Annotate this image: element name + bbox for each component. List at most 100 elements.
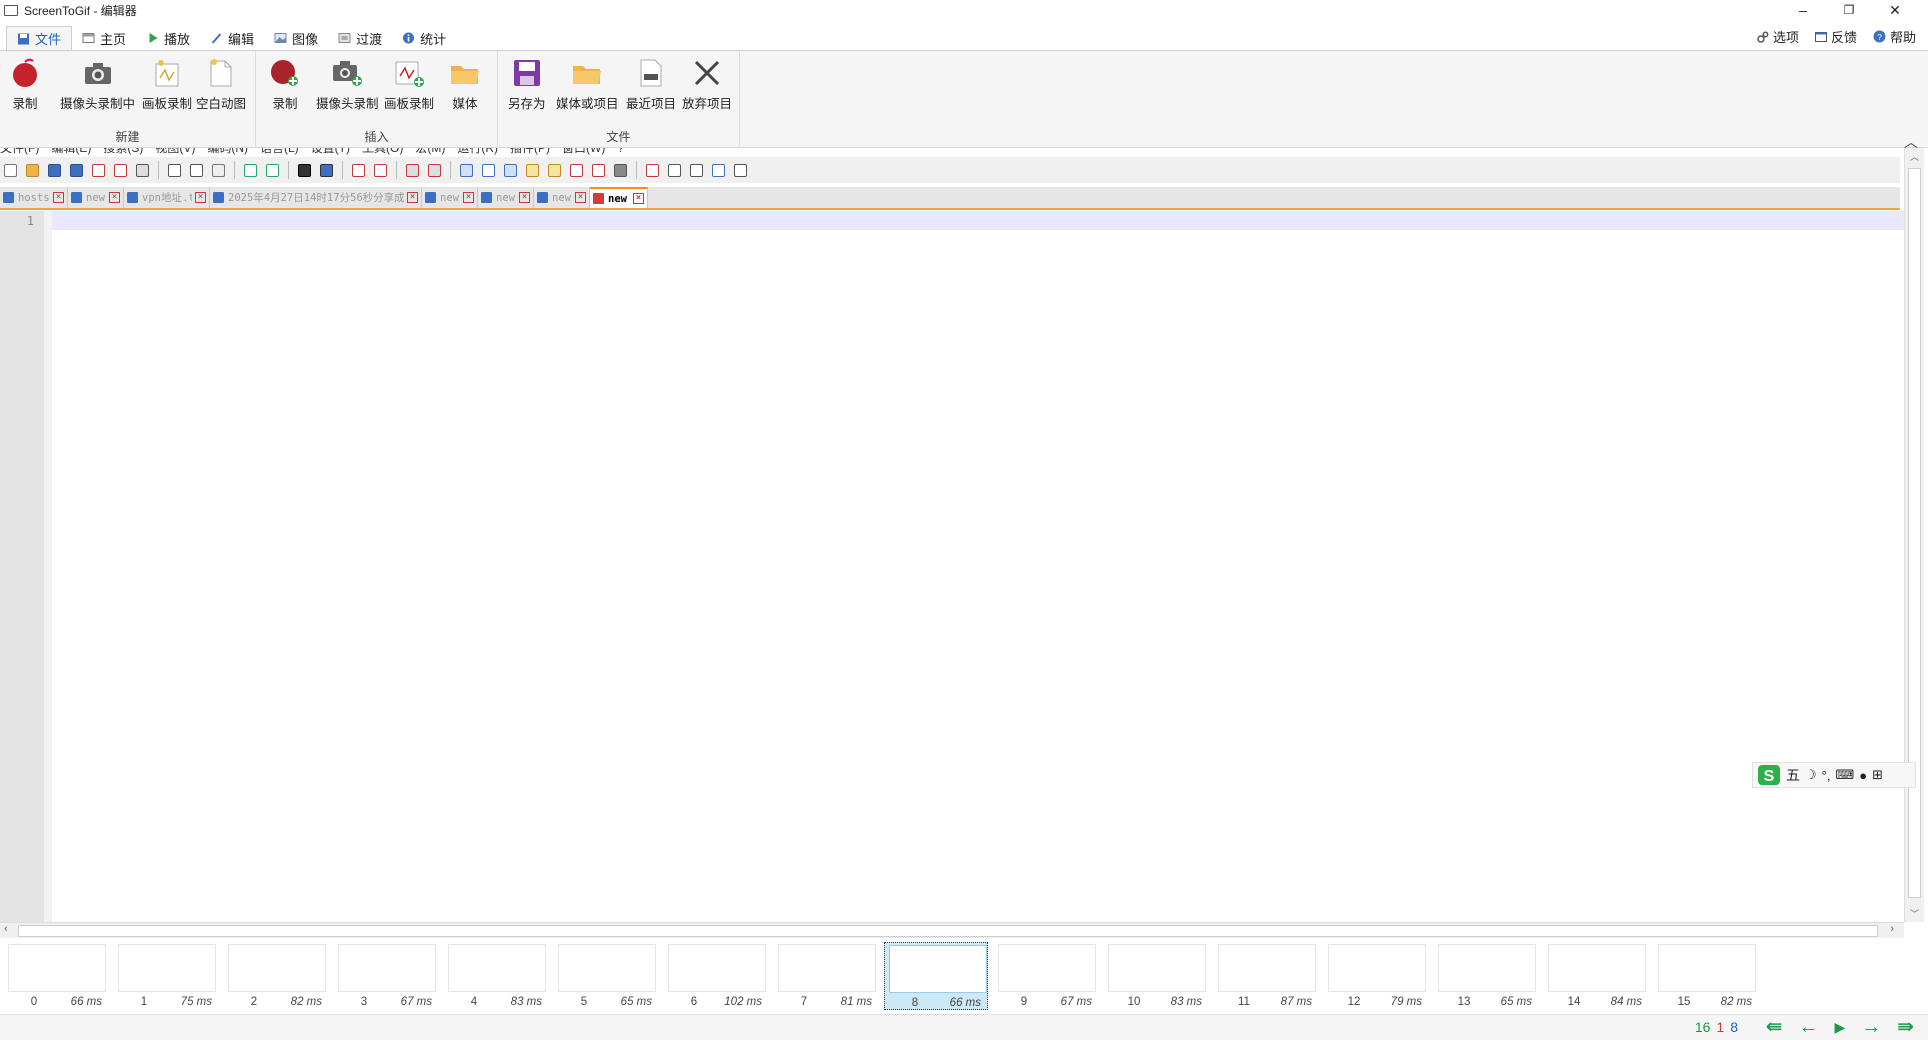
frame-item[interactable]: 14 84 ms xyxy=(1544,942,1648,1010)
frame-counts: 16 1 8 xyxy=(1695,1019,1738,1035)
moon-icon[interactable]: ☽ xyxy=(1805,767,1817,783)
insert-media-button[interactable]: 媒体 xyxy=(450,57,480,113)
ime-mode-label[interactable]: 五 xyxy=(1786,765,1800,785)
frame-item[interactable]: 1 75 ms xyxy=(114,942,218,1010)
tab-transition[interactable]: 过渡 xyxy=(328,26,392,50)
document-tab-label: new 4 xyxy=(608,192,630,205)
toolbar-separator xyxy=(450,161,451,179)
scroll-right-icon[interactable]: › xyxy=(1890,923,1894,935)
document-tab[interactable]: vpn地址.txt× xyxy=(124,187,210,208)
document-tab[interactable]: new 4× xyxy=(590,187,648,208)
frame-item[interactable]: 15 82 ms xyxy=(1654,942,1758,1010)
vertical-scrollbar[interactable]: ︿ ﹀ xyxy=(1904,148,1924,922)
frame-item[interactable]: 8 66 ms xyxy=(884,942,988,1010)
close-tab-icon[interactable]: × xyxy=(195,192,206,203)
options-link[interactable]: 选项 xyxy=(1757,27,1799,46)
save-as-button[interactable]: 另存为 xyxy=(508,57,546,113)
close-button[interactable]: ✕ xyxy=(1872,0,1918,20)
first-frame-icon[interactable]: ⇚ xyxy=(1766,1017,1783,1037)
frame-item[interactable]: 10 83 ms xyxy=(1104,942,1208,1010)
document-tab[interactable]: 2025年4月27日14时17分56秒分享成功.txt× xyxy=(210,187,422,208)
frame-item[interactable]: 11 87 ms xyxy=(1214,942,1318,1010)
frame-delay: 81 ms xyxy=(840,996,872,1008)
document-tab[interactable]: hosts × xyxy=(0,187,68,208)
play-frames-icon[interactable]: ▶ xyxy=(1834,1017,1845,1037)
frame-item[interactable]: 9 67 ms xyxy=(994,942,1098,1010)
scroll-up-icon[interactable]: ︿ xyxy=(1910,150,1919,163)
text-editor[interactable] xyxy=(52,211,1904,922)
frame-item[interactable]: 0 66 ms xyxy=(4,942,108,1010)
keyboard-icon[interactable]: ⌨ xyxy=(1835,767,1854,783)
document-tab-label: hosts xyxy=(18,191,50,204)
document-tab-label: vpn地址.txt xyxy=(142,192,192,204)
feedback-label: 反馈 xyxy=(1830,30,1857,45)
horizontal-scrollbar[interactable]: ‹ › xyxy=(0,922,1904,938)
scroll-down-icon[interactable]: ﹀ xyxy=(1910,907,1919,920)
document-tab[interactable]: new 1× xyxy=(422,187,478,208)
frame-delay: 102 ms xyxy=(724,996,762,1008)
frame-item[interactable]: 3 67 ms xyxy=(334,942,438,1010)
punctuation-icon[interactable]: °, xyxy=(1822,768,1831,783)
frame-item[interactable]: 7 81 ms xyxy=(774,942,878,1010)
document-tab-label: new 1 xyxy=(440,191,460,204)
discard-project-button[interactable]: 放弃项目 xyxy=(682,57,732,113)
frame-thumbnail xyxy=(1328,944,1426,992)
tab-file[interactable]: 文件 xyxy=(6,26,73,50)
last-frame-icon[interactable]: ⇛ xyxy=(1897,1017,1914,1037)
tab-play[interactable]: 播放 xyxy=(136,26,200,50)
user-icon[interactable]: ● xyxy=(1859,768,1867,783)
frame-item[interactable]: 6 102 ms xyxy=(664,942,768,1010)
frame-item[interactable]: 2 82 ms xyxy=(224,942,328,1010)
previous-frame-icon[interactable]: ← xyxy=(1798,1017,1818,1037)
feedback-link[interactable]: 反馈 xyxy=(1814,27,1857,46)
sogou-logo-icon[interactable]: S xyxy=(1757,764,1781,786)
frame-item[interactable]: 13 65 ms xyxy=(1434,942,1538,1010)
close-tab-icon[interactable]: × xyxy=(109,192,120,203)
new-recording-button[interactable]: 录制 xyxy=(10,57,40,113)
minimize-button[interactable]: – xyxy=(1780,0,1826,20)
frame-delay: 83 ms xyxy=(510,996,542,1008)
apps-grid-icon[interactable]: ⊞ xyxy=(1872,767,1883,783)
frame-thumbnail xyxy=(1548,944,1646,992)
frame-number: 9 xyxy=(1020,996,1028,1008)
document-tab[interactable]: new 2× xyxy=(478,187,534,208)
close-tab-icon[interactable]: × xyxy=(633,193,644,204)
frame-item[interactable]: 4 83 ms xyxy=(444,942,548,1010)
new-board-recording-button[interactable]: 画板录制 xyxy=(142,57,192,113)
tab-statistics[interactable]: 统计 xyxy=(392,26,456,50)
paste-icon xyxy=(210,162,227,179)
help-link[interactable]: ? 帮助 xyxy=(1873,27,1916,46)
save-all-icon xyxy=(68,162,85,179)
next-frame-icon[interactable]: → xyxy=(1861,1017,1881,1037)
insert-recording-button[interactable]: 录制 xyxy=(270,57,300,113)
tab-edit[interactable]: 编辑 xyxy=(200,26,264,50)
frame-delay: 84 ms xyxy=(1610,996,1642,1008)
horizontal-scroll-thumb[interactable] xyxy=(18,925,1878,937)
recent-projects-button[interactable]: 最近项目 xyxy=(626,57,676,113)
scroll-left-icon[interactable]: ‹ xyxy=(4,923,8,935)
options-icon xyxy=(1757,31,1769,43)
close-tab-icon[interactable]: × xyxy=(407,192,418,203)
open-media-project-button[interactable]: 媒体或项目 xyxy=(556,57,619,113)
blank-file-icon xyxy=(210,59,232,87)
tab-home[interactable]: 主页 xyxy=(72,26,136,50)
new-webcam-recording-button[interactable]: 摄像头录制中 xyxy=(60,57,135,113)
close-tab-icon[interactable]: × xyxy=(575,192,586,203)
document-tab[interactable]: new 5× xyxy=(68,187,124,208)
restore-button[interactable]: ❐ xyxy=(1826,0,1872,20)
insert-webcam-recording-button[interactable]: 摄像头录制 xyxy=(316,57,379,113)
frame-item[interactable]: 12 79 ms xyxy=(1324,942,1428,1010)
frame-item[interactable]: 5 65 ms xyxy=(554,942,658,1010)
close-tab-icon[interactable]: × xyxy=(463,192,474,203)
folder-icon xyxy=(451,66,479,84)
vertical-scroll-thumb[interactable] xyxy=(1908,168,1921,898)
close-tab-icon[interactable]: × xyxy=(519,192,530,203)
close-tab-icon[interactable]: × xyxy=(53,192,64,203)
document-tab[interactable]: new 3× xyxy=(534,187,590,208)
file-icon xyxy=(3,192,14,203)
save-as-label: 另存为 xyxy=(508,97,546,111)
tab-image[interactable]: 图像 xyxy=(264,26,328,50)
frame-number: 14 xyxy=(1567,996,1581,1008)
insert-board-recording-button[interactable]: 画板录制 xyxy=(384,57,434,113)
new-blank-animation-button[interactable]: 空白动图 xyxy=(196,57,246,113)
